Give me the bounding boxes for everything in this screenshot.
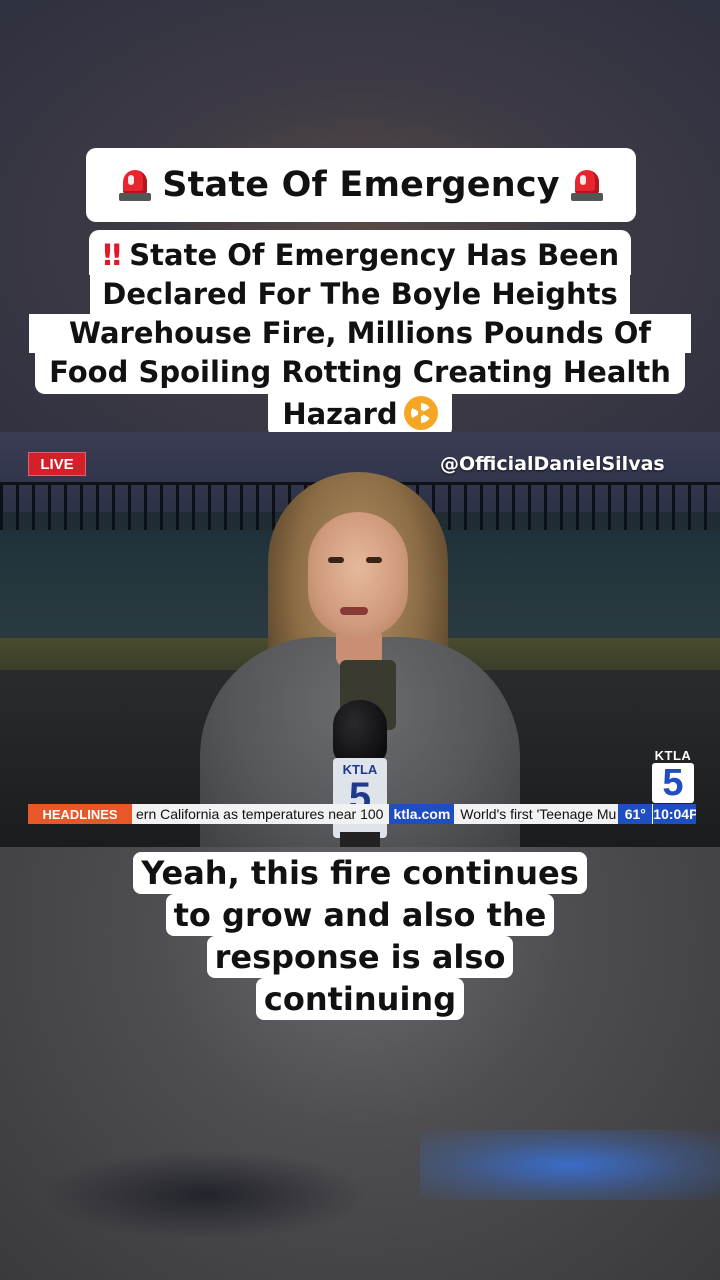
ticker-time: 10:04P — [652, 804, 696, 824]
headline-text-line-4: Food Spoiling Rotting Creating Health — [35, 353, 685, 394]
headline-text-line-3: Warehouse Fire, Millions Pounds Of — [29, 314, 691, 353]
reporter-face — [308, 512, 408, 637]
live-badge: LIVE — [28, 452, 86, 476]
reporter-eye — [366, 557, 382, 563]
blurred-shadow — [40, 1150, 370, 1240]
microphone-head — [333, 700, 387, 766]
double-exclamation-icon: !! — [100, 238, 124, 272]
watermark-handle: @OfficialDanielSilvas — [440, 453, 665, 475]
reporter-eye — [328, 557, 344, 563]
headline-line: Declared For The Boyle Heights — [26, 275, 694, 314]
headline-line: Food Spoiling Rotting Creating Health — [26, 353, 694, 394]
headline-block: !! State Of Emergency Has Been Declared F… — [26, 230, 694, 438]
subtitle-caption: Yeah, this fire continues to grow and al… — [100, 852, 620, 1020]
reporter-mouth — [340, 607, 368, 615]
news-video-frame[interactable]: KTLA 5 — [0, 432, 720, 847]
radioactive-icon — [403, 396, 438, 430]
ticker-site: ktla.com — [389, 804, 455, 824]
caption-line: continuing — [255, 978, 465, 1020]
caption-line: response is also — [206, 936, 514, 978]
headline-text-line-1: State Of Emergency Has Been — [129, 238, 620, 272]
station-logo: KTLA 5 — [650, 748, 696, 804]
caption-line: to grow and also the — [165, 894, 555, 936]
microphone-handle — [340, 832, 380, 847]
ticker-label: HEADLINES — [28, 804, 132, 824]
headline-text-line-5: Hazard — [282, 397, 398, 431]
headline-text-line-2: Declared For The Boyle Heights — [90, 275, 630, 314]
station-logo-text: KTLA — [654, 748, 692, 763]
ticker-text: ern California as temperatures near 100 — [136, 806, 384, 822]
station-logo-number: 5 — [652, 763, 694, 803]
blurred-ticker-reflection — [420, 1130, 720, 1200]
title-card: State Of Emergency — [86, 148, 636, 222]
police-siren-icon — [570, 166, 604, 204]
title-text: State Of Emergency — [162, 165, 560, 205]
headline-line: Warehouse Fire, Millions Pounds Of — [26, 314, 694, 353]
caption-line: Yeah, this fire continues — [133, 852, 587, 894]
ticker-temperature: 61° — [618, 804, 653, 824]
microphone-flag: KTLA 5 — [333, 758, 387, 838]
police-siren-icon — [118, 166, 152, 204]
ticker-text-secondary: World's first 'Teenage Mu — [460, 806, 617, 822]
headline-line: !! State Of Emergency Has Been — [26, 230, 694, 275]
news-ticker: HEADLINES ern California as temperatures… — [28, 804, 696, 824]
